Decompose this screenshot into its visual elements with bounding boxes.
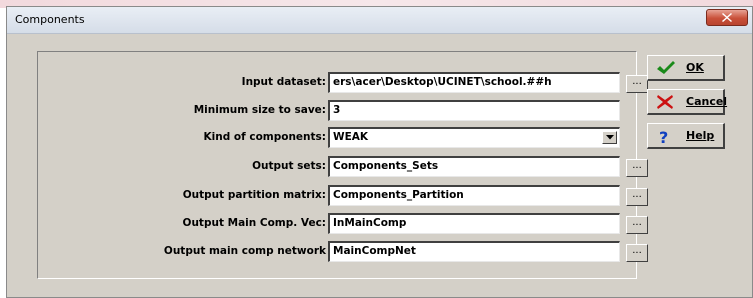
window-title: Components (15, 13, 85, 26)
options-panel: Input dataset: ers\acer\Desktop\UCINET\s… (37, 51, 648, 279)
minimum-size-label: Minimum size to save: (193, 104, 326, 116)
output-sets-field[interactable]: Components_Sets (328, 156, 620, 177)
input-dataset-field[interactable]: ers\acer\Desktop\UCINET\school.##h (328, 72, 620, 93)
output-main-comp-network-browse-button[interactable]: ... (626, 244, 648, 262)
output-sets-label: Output sets: (252, 160, 326, 172)
ok-button[interactable]: OK (647, 55, 725, 81)
output-partition-matrix-label: Output partition matrix: (182, 189, 326, 201)
row-output-main-comp-vec: Output Main Comp. Vec: InMainComp ... (38, 213, 648, 235)
ok-label: OK (686, 61, 704, 74)
check-icon (657, 61, 675, 74)
minimum-size-field[interactable]: 3 (328, 100, 620, 121)
kind-of-components-select[interactable]: WEAK (328, 127, 620, 148)
row-input-dataset: Input dataset: ers\acer\Desktop\UCINET\s… (38, 72, 648, 94)
output-sets-browse-button[interactable]: ... (626, 159, 648, 177)
output-main-comp-vec-label: Output Main Comp. Vec: (182, 217, 326, 229)
row-output-main-comp-network: Output main comp network MainCompNet ... (38, 241, 648, 263)
title-bar: Components (7, 7, 752, 34)
chevron-down-icon (606, 135, 614, 140)
close-icon (722, 13, 732, 22)
output-main-comp-network-field[interactable]: MainCompNet (328, 241, 620, 262)
output-partition-matrix-browse-button[interactable]: ... (626, 188, 648, 206)
close-button[interactable] (706, 9, 748, 26)
cancel-label: Cancel (686, 95, 728, 108)
output-main-comp-network-label: Output main comp network (163, 245, 326, 257)
output-main-comp-vec-field[interactable]: InMainComp (328, 213, 620, 234)
help-button[interactable]: ? Help (647, 123, 725, 149)
row-kind-of-components: Kind of components: WEAK (38, 127, 638, 149)
output-partition-matrix-field[interactable]: Components_Partition (328, 185, 620, 206)
dropdown-button[interactable] (602, 131, 617, 144)
cancel-button[interactable]: Cancel (647, 89, 728, 115)
kind-of-components-label: Kind of components: (203, 131, 326, 143)
kind-of-components-value: WEAK (333, 131, 369, 143)
question-icon: ? (659, 128, 668, 146)
x-icon (657, 95, 673, 109)
input-dataset-label: Input dataset: (241, 76, 326, 88)
row-output-sets: Output sets: Components_Sets ... (38, 156, 648, 178)
components-dialog: Components Input dataset: ers\acer\Deskt… (6, 6, 753, 298)
row-output-partition-matrix: Output partition matrix: Components_Part… (38, 185, 648, 207)
help-label: Help (686, 129, 715, 142)
svg-text:?: ? (659, 128, 668, 146)
input-dataset-browse-button[interactable]: ... (626, 75, 648, 93)
row-minimum-size: Minimum size to save: 3 (38, 100, 638, 122)
output-main-comp-vec-browse-button[interactable]: ... (626, 216, 648, 234)
